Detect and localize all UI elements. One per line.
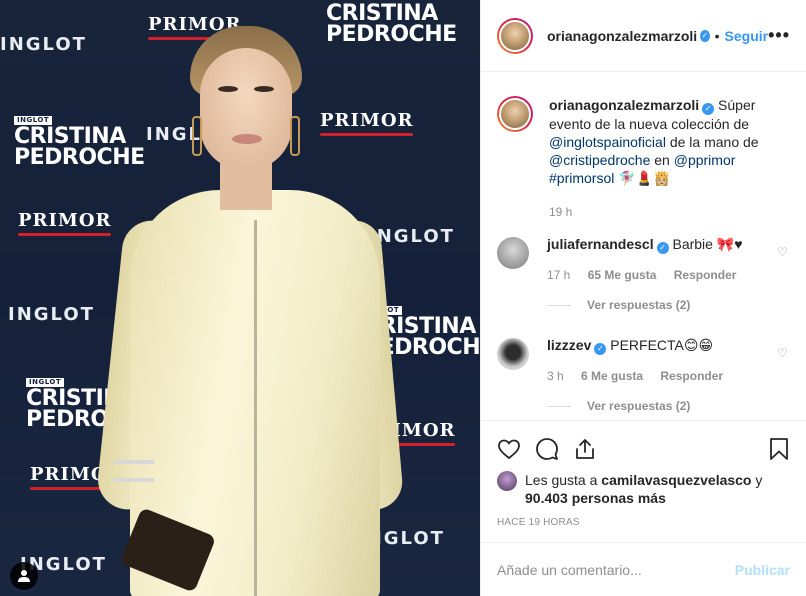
likes-summary: Les gusta a camilavasquezvelasco y 90.40… <box>497 471 790 507</box>
share-icon[interactable] <box>573 437 597 461</box>
mention-link[interactable]: @pprimor <box>674 152 736 168</box>
comment-username[interactable]: juliafernandescl <box>547 236 654 252</box>
mention-link[interactable]: @inglotspainoficial <box>549 134 666 150</box>
comments-list[interactable]: orianagonzalezmarzoli ✓ Súper evento de l… <box>481 72 806 420</box>
comment-item: juliafernandescl ✓ Barbie 🎀♥ 17 h 65 Me g… <box>497 235 790 284</box>
woman-figure <box>95 20 405 596</box>
comment-item: lizzzev ✓ PERFECTA😊😁 3 h 6 Me gusta Respo… <box>497 336 790 385</box>
caption-avatar[interactable] <box>497 96 533 132</box>
reply-button[interactable]: Responder <box>660 369 723 383</box>
comment-avatar[interactable] <box>497 237 529 269</box>
reply-button[interactable]: Responder <box>674 268 737 282</box>
backdrop-logo-primor: PRIMOR <box>18 210 111 236</box>
post-caption: orianagonzalezmarzoli ✓ Súper evento de l… <box>497 88 790 187</box>
caption-emojis: 🧚🏼‍♀️💄👸🏼 <box>618 170 671 186</box>
bookmark-icon[interactable] <box>768 437 790 461</box>
comment-bubble-icon[interactable] <box>535 437 559 461</box>
add-comment-bar: Publicar <box>481 542 806 596</box>
like-comment-icon[interactable]: ♡ <box>777 245 788 259</box>
tagged-users-button[interactable] <box>10 562 38 590</box>
verified-badge-icon: ✓ <box>702 103 715 115</box>
view-replies-button[interactable]: Ver respuestas (2) <box>547 399 790 413</box>
post-header: orianagonzalezmarzoli ✓ • Seguir ••• <box>481 0 806 72</box>
post-actions: Les gusta a camilavasquezvelasco y 90.40… <box>481 420 806 542</box>
comment-avatar[interactable] <box>497 338 529 370</box>
backdrop-logo-inglot: INGLOT <box>0 34 87 55</box>
follow-button[interactable]: Seguir <box>725 28 769 44</box>
like-heart-icon[interactable] <box>497 437 521 461</box>
comment-likes[interactable]: 6 Me gusta <box>581 369 643 383</box>
comment-text: Barbie 🎀♥ <box>672 236 743 252</box>
verified-badge-icon: ✓ <box>700 29 710 42</box>
view-replies-button[interactable]: Ver respuestas (2) <box>547 298 790 312</box>
header-username[interactable]: orianagonzalezmarzoli <box>547 28 697 44</box>
more-options-icon[interactable]: ••• <box>768 25 790 46</box>
liker-avatar[interactable] <box>497 471 517 491</box>
comment-time[interactable]: 17 h <box>547 268 570 282</box>
comment-username[interactable]: lizzzev <box>547 337 591 353</box>
post-date[interactable]: HACE 19 HORAS <box>497 517 790 528</box>
comment-input[interactable] <box>497 561 735 578</box>
instagram-post: INGLOT PRIMOR CRISTINA PEDROCHE INGLOT CR… <box>0 0 806 596</box>
user-icon <box>18 570 30 582</box>
publish-button[interactable]: Publicar <box>735 562 790 578</box>
post-photo[interactable]: INGLOT PRIMOR CRISTINA PEDROCHE INGLOT CR… <box>0 0 480 596</box>
like-comment-icon[interactable]: ♡ <box>777 346 788 360</box>
verified-badge-icon: ✓ <box>594 343 607 355</box>
caption-text: orianagonzalezmarzoli ✓ Súper evento de l… <box>549 97 759 186</box>
hashtag-link[interactable]: #primorsol <box>549 170 614 186</box>
avatar[interactable] <box>497 17 533 54</box>
post-details-panel: orianagonzalezmarzoli ✓ • Seguir ••• ori… <box>480 0 806 596</box>
comment-text: PERFECTA😊😁 <box>610 337 714 353</box>
liker-username[interactable]: camilavasquezvelasco <box>601 472 751 488</box>
likes-count[interactable]: 90.403 personas más <box>525 490 666 506</box>
verified-badge-icon: ✓ <box>656 242 669 254</box>
caption-username[interactable]: orianagonzalezmarzoli <box>549 97 699 113</box>
backdrop-logo-inglot: INGLOT <box>8 304 95 325</box>
mention-link[interactable]: @cristipedroche <box>549 152 650 168</box>
comment-time[interactable]: 3 h <box>547 369 564 383</box>
comment-likes[interactable]: 65 Me gusta <box>588 268 657 282</box>
separator-dot: • <box>714 27 720 44</box>
caption-timestamp[interactable]: 19 h <box>549 205 790 219</box>
